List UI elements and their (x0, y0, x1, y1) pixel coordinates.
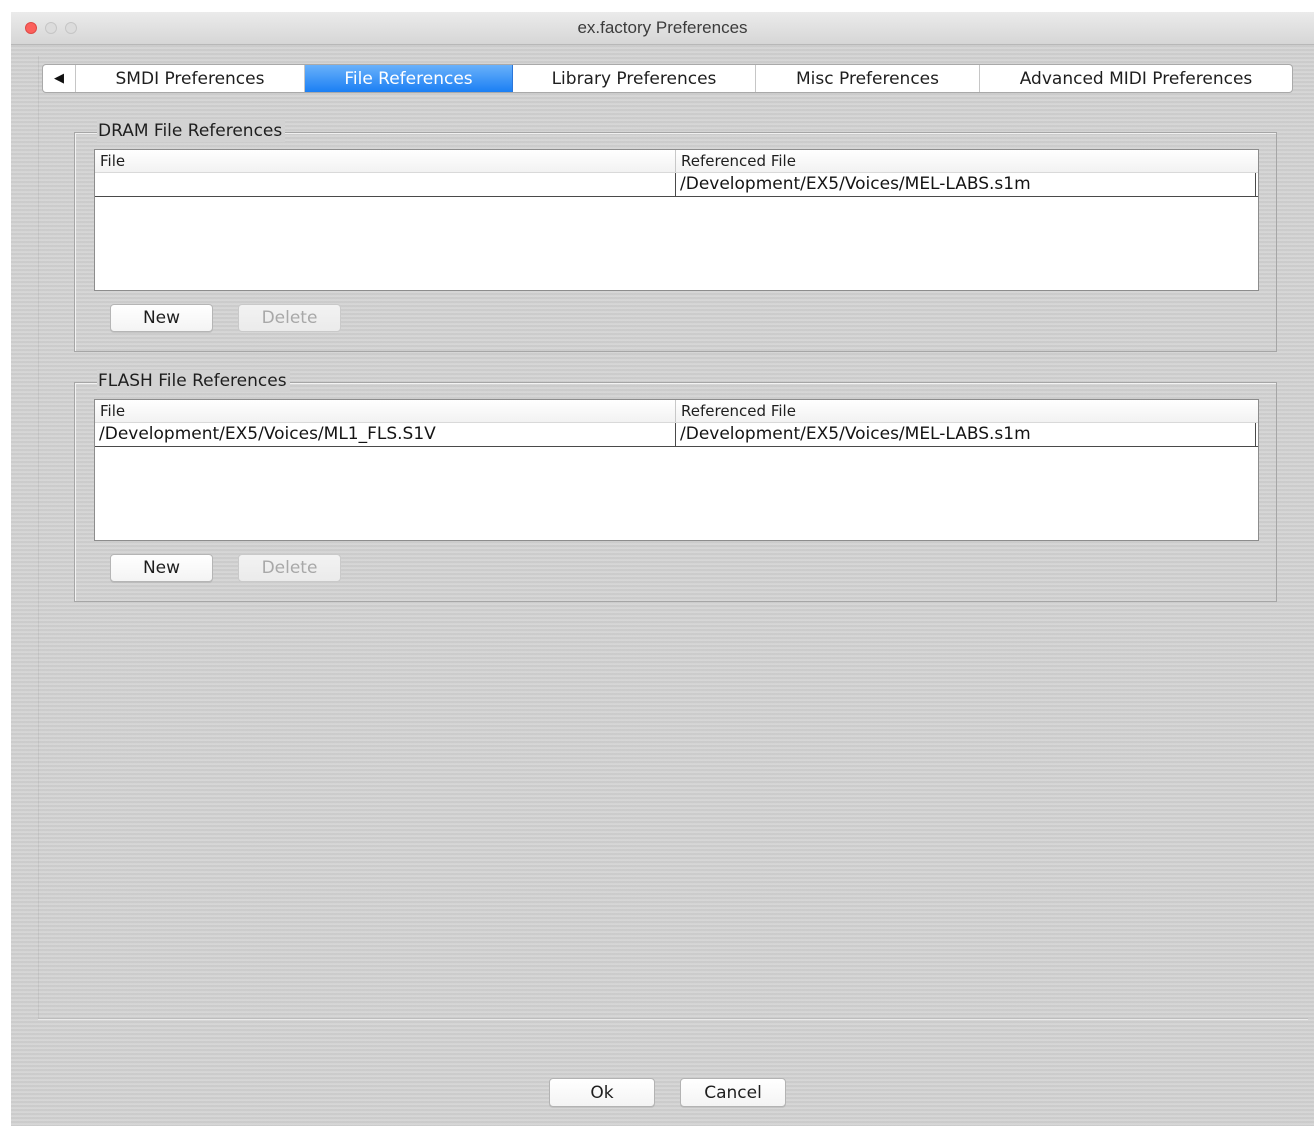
dram-references-table: File Referenced File /Development/EX5/Vo… (94, 149, 1259, 291)
window-title: ex.factory Preferences (577, 18, 748, 37)
tab-misc-preferences[interactable]: Misc Preferences (756, 65, 980, 92)
tab-advanced-midi-preferences[interactable]: Advanced MIDI Preferences (980, 65, 1292, 92)
cell-referenced-file[interactable]: /Development/EX5/Voices/MEL-LABS.s1m (676, 173, 1256, 196)
cell-file[interactable]: /Development/EX5/Voices/ML1_FLS.S1V (95, 423, 676, 446)
flash-file-references-group: FLASH File References File Referenced Fi… (74, 370, 1277, 602)
flash-delete-button[interactable]: Delete (238, 554, 341, 582)
table-row[interactable]: /Development/EX5/Voices/ML1_FLS.S1V /Dev… (95, 423, 1258, 447)
tab-bar: ◀ SMDI Preferences File References Libra… (42, 64, 1293, 93)
dram-new-button[interactable]: New (110, 304, 213, 332)
cancel-button[interactable]: Cancel (680, 1078, 786, 1107)
tab-library-preferences[interactable]: Library Preferences (513, 65, 756, 92)
preferences-window: ex.factory Preferences ◀ SMDI Preference… (11, 12, 1314, 1126)
dram-file-references-group: DRAM File References File Referenced Fil… (74, 120, 1277, 352)
tab-file-references[interactable]: File References (305, 65, 513, 92)
flash-new-button[interactable]: New (110, 554, 213, 582)
tab-scroll-left-button[interactable]: ◀ (43, 65, 76, 92)
tab-smdi-preferences[interactable]: SMDI Preferences (76, 65, 305, 92)
column-header-file[interactable]: File (95, 150, 676, 172)
tab-label: Misc Preferences (796, 68, 939, 89)
tab-label: Advanced MIDI Preferences (1019, 68, 1253, 89)
cell-file[interactable] (95, 173, 676, 196)
group-title: DRAM File References (97, 120, 286, 142)
content-panel-edge (38, 56, 39, 1018)
column-header-file[interactable]: File (95, 400, 676, 422)
tab-label: Library Preferences (551, 68, 717, 89)
tab-label: File References (344, 68, 473, 89)
table-header: File Referenced File (95, 400, 1258, 423)
cell-referenced-file[interactable]: /Development/EX5/Voices/MEL-LABS.s1m (676, 423, 1256, 446)
arrow-left-icon: ◀ (54, 71, 64, 86)
column-header-referenced-file[interactable]: Referenced File (676, 400, 1258, 422)
table-header: File Referenced File (95, 150, 1258, 173)
table-row[interactable]: /Development/EX5/Voices/MEL-LABS.s1m (95, 173, 1258, 197)
title-bar: ex.factory Preferences (11, 12, 1314, 45)
group-title: FLASH File References (97, 370, 290, 392)
flash-references-table: File Referenced File /Development/EX5/Vo… (94, 399, 1259, 541)
dram-delete-button[interactable]: Delete (238, 304, 341, 332)
content-panel-divider (38, 1018, 1308, 1019)
column-header-referenced-file[interactable]: Referenced File (676, 150, 1258, 172)
ok-button[interactable]: Ok (549, 1078, 655, 1107)
tab-label: SMDI Preferences (115, 68, 265, 89)
